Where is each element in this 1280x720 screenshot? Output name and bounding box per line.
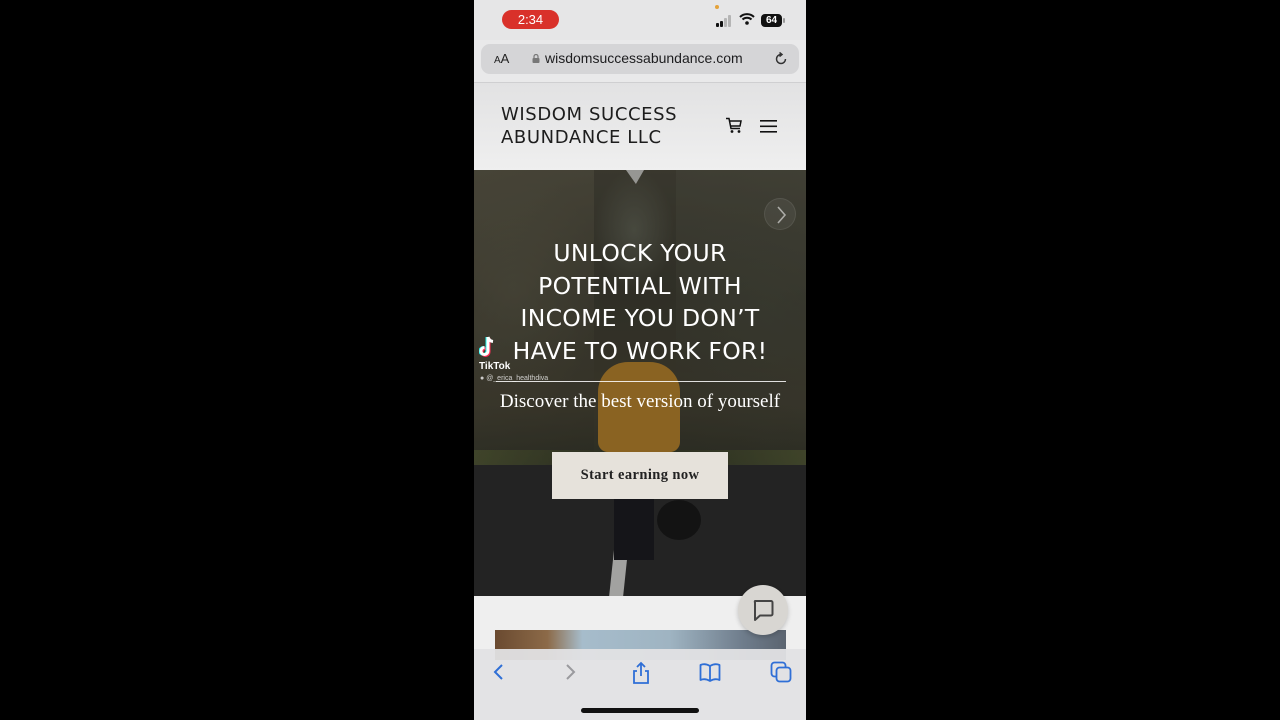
forward-icon[interactable] [563,661,577,683]
menu-icon[interactable] [760,120,777,133]
address-bar[interactable]: AA wisdomsuccessabundance.com [481,44,799,74]
home-indicator[interactable] [581,708,699,713]
site-title-line-2: ABUNDANCE LLC [501,127,662,148]
wifi-icon [739,13,755,25]
tiktok-username-text: @_erica_healthdiva [486,375,549,382]
tabs-icon[interactable] [770,661,792,683]
text-size-small: A [494,55,501,66]
status-bar: 2:34 64 [474,0,806,40]
site-title-line-1: WISDOM SUCCESS [501,104,678,125]
bookmarks-icon[interactable] [699,661,721,683]
reload-icon[interactable] [773,51,789,67]
hero-subtitle: Discover the best version of yourself [499,391,781,412]
url-text[interactable]: wisdomsuccessabundance.com [545,50,743,66]
battery-icon: 64 [761,14,785,27]
slideshow-next-button[interactable] [764,198,796,230]
hero-banner: UNLOCK YOUR POTENTIAL WITH INCOME YOU DO… [474,170,806,596]
site-title[interactable]: WISDOM SUCCESS ABUNDANCE LLC [501,103,711,149]
camera-indicator-dot [715,5,719,9]
hero-title-line: INCOME YOU DON’T [520,304,760,332]
hero-title-line: UNLOCK YOUR [553,239,727,267]
text-size-large: A [500,51,510,66]
hero-title-line: HAVE TO WORK FOR! [512,336,768,365]
site-header: WISDOM SUCCESS ABUNDANCE LLC [474,83,806,170]
chat-bubble-icon [753,600,774,621]
tiktok-watermark: TikTok [479,361,511,372]
signal-icon [716,15,734,27]
share-icon[interactable] [631,661,651,685]
hero-overlay [474,170,806,596]
hero-title-line: POTENTIAL WITH [538,271,742,300]
back-icon[interactable] [492,661,506,683]
lock-icon [532,54,540,63]
tiktok-logo-icon [479,336,494,357]
chevron-right-icon [777,206,787,224]
tiktok-username: ● @_erica_healthdiva [480,375,549,382]
text-size-button[interactable]: AA [494,51,509,66]
hero-title: UNLOCK YOUR POTENTIAL WITH INCOME YOU DO… [474,237,806,367]
start-earning-button[interactable]: Start earning now [552,452,728,499]
cart-icon[interactable] [725,117,743,134]
phone-screen: 2:34 64 AA wisdomsuccessabundance.com WI… [474,0,806,720]
status-time: 2:34 [502,10,559,29]
chat-button[interactable] [738,585,788,635]
